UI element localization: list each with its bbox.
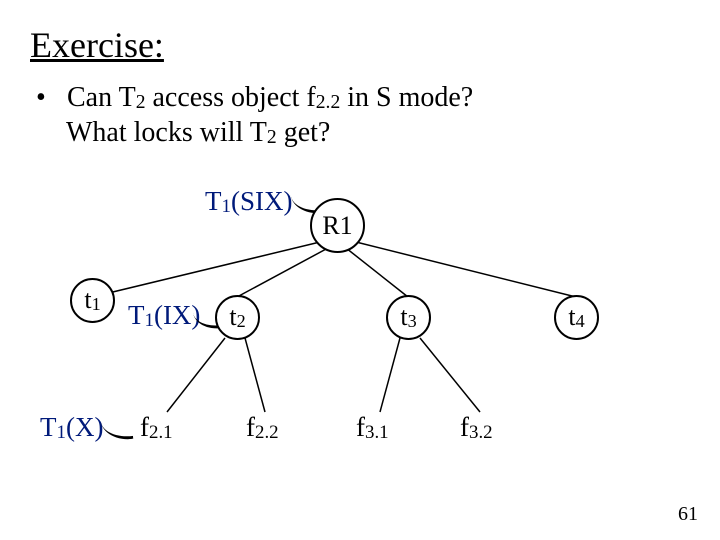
leaf-f32: f3.2 (460, 412, 493, 444)
lock-tree-diagram: T1(SIX) T1(IX) T1(X) R1 t1 t2 t3 t4 f2.1 (30, 180, 690, 510)
leaf-f31: f3.1 (356, 412, 389, 444)
node-t3: t3 (386, 295, 431, 340)
q-line1-mid: access object f (146, 82, 316, 113)
q-line2-pre: What locks will T (66, 117, 267, 148)
node-t4: t4 (554, 295, 599, 340)
q-line1-pre: Can T (67, 82, 136, 113)
q-line2-sub: 2 (267, 127, 277, 148)
question-text: • Can T2 access object f2.2 in S mode? W… (36, 80, 690, 151)
q-line2-post: get? (277, 117, 331, 148)
lock-label-ix: T1(IX) (128, 300, 200, 332)
leaf-f22: f2.2 (246, 412, 279, 444)
page-number: 61 (678, 503, 698, 526)
q-line1-sub2: 2.2 (316, 92, 341, 113)
leaf-f21: f2.1 (140, 412, 173, 444)
node-t2: t2 (215, 295, 260, 340)
node-t1: t1 (70, 278, 115, 323)
lock-label-six: T1(SIX) (205, 186, 292, 218)
lock-label-x: T1(X) (40, 412, 103, 444)
q-line1-sub1: 2 (136, 92, 146, 113)
slide-title: Exercise: (30, 24, 690, 66)
node-R1: R1 (310, 198, 365, 253)
q-line1-post: in S mode? (340, 82, 473, 113)
